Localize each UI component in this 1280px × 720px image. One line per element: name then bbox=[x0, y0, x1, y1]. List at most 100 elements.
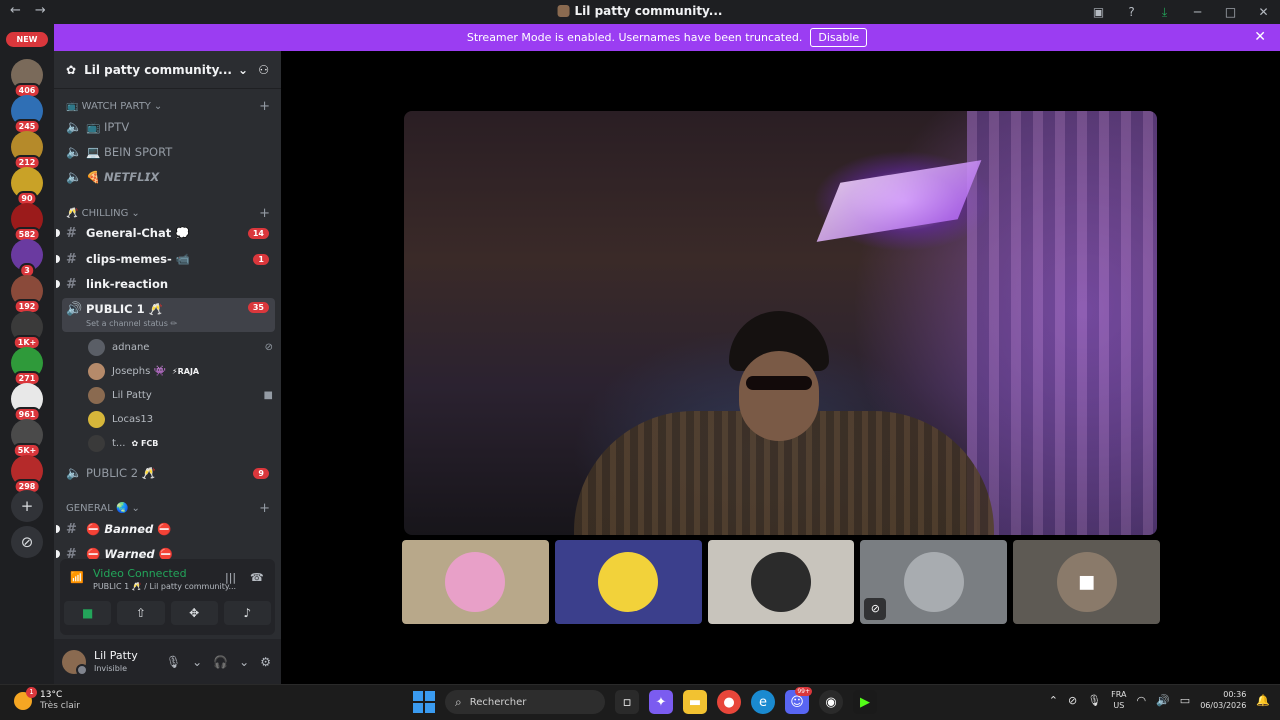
server-icon[interactable]: 582 bbox=[11, 203, 43, 242]
voice-user[interactable]: Lil Patty ■ bbox=[88, 384, 273, 406]
search-icon: ⌕ bbox=[455, 694, 462, 709]
signal-icon[interactable]: 📶 bbox=[70, 571, 84, 584]
copilot-icon[interactable]: ✦ bbox=[649, 690, 673, 714]
tray-chevron-icon[interactable]: ⌃ bbox=[1049, 694, 1058, 707]
voice-user[interactable]: t... ✿ FCB bbox=[88, 432, 273, 454]
channel-clips-memes[interactable]: # clips-memes- 📹 1 bbox=[56, 248, 275, 270]
language-indicator[interactable]: FRA US bbox=[1111, 689, 1126, 711]
channel-netflix[interactable]: 🔈 🍕 𝙉𝙀𝙏𝙁𝙇𝙄𝙓 bbox=[62, 166, 275, 188]
channel-iptv[interactable]: 🔈 📺 IPTV bbox=[62, 116, 275, 138]
weather-widget[interactable]: 1 13°C Très clair bbox=[14, 687, 80, 712]
chevron-down-icon[interactable]: ⌄ bbox=[192, 655, 202, 669]
user-status: Invisible bbox=[94, 663, 127, 673]
weather-sun-icon: 1 bbox=[14, 687, 37, 710]
server-header[interactable]: ✿ Lil patty community... ⌄ ⚇ bbox=[54, 51, 281, 89]
chrome-icon[interactable]: ● bbox=[717, 690, 741, 714]
close-icon[interactable]: ✕ bbox=[1254, 29, 1266, 45]
channel-status[interactable]: Set a channel status ✏ bbox=[86, 319, 177, 328]
create-channel-icon[interactable]: + bbox=[259, 99, 270, 114]
inbox-icon[interactable]: ▣ bbox=[1082, 5, 1115, 19]
server-icon[interactable]: 271 bbox=[11, 347, 43, 386]
maximize-button[interactable]: □ bbox=[1214, 5, 1247, 19]
participant-tile[interactable]: ⊘ bbox=[860, 540, 1008, 624]
voice-user[interactable]: adnane ⊘ bbox=[88, 336, 273, 358]
headphones-icon[interactable]: 🎧 bbox=[213, 655, 228, 669]
voice-user[interactable]: Josephs 👾 ⚡RAJA bbox=[88, 360, 273, 382]
server-icon[interactable]: 245 bbox=[11, 95, 43, 134]
participant-tile[interactable] bbox=[402, 540, 549, 624]
minimize-button[interactable]: ─ bbox=[1181, 5, 1214, 19]
user-tag: ✿ FCB bbox=[131, 438, 159, 448]
channel-banned[interactable]: # ⛔ 𝘽𝙖𝙣𝙣𝙚𝙙 ⛔ bbox=[56, 518, 275, 540]
volume-icon[interactable]: 🔊 bbox=[1156, 694, 1170, 707]
voice-channel-path[interactable]: PUBLIC 1 🥂 / Lil patty community... bbox=[93, 582, 236, 591]
channel-link-reaction[interactable]: # link-reaction bbox=[56, 273, 275, 295]
category-chilling[interactable]: 🥂 CHILLING ⌄ + bbox=[66, 206, 270, 221]
taskbar-search[interactable]: ⌕ Rechercher bbox=[445, 690, 605, 714]
server-icon[interactable]: 1K+ bbox=[11, 311, 43, 350]
channel-general-chat[interactable]: # General-Chat 💭 14 bbox=[56, 222, 275, 244]
channel-public-1[interactable]: 🔊 PUBLIC 1 🥂 35 Set a channel status ✏ bbox=[62, 298, 275, 332]
participant-tile[interactable] bbox=[554, 540, 702, 624]
voice-user[interactable]: Locas13 bbox=[88, 408, 273, 430]
server-icon[interactable]: 3 bbox=[11, 239, 43, 278]
server-icon[interactable]: 298 bbox=[11, 455, 43, 494]
back-arrow-icon[interactable]: ← bbox=[10, 3, 21, 18]
download-icon[interactable]: ⤓ bbox=[1148, 5, 1181, 20]
channel-bein-sport[interactable]: 🔈 💻 BEIN SPORT bbox=[62, 141, 275, 163]
tray-microphone-icon[interactable]: 🎙 bbox=[1087, 694, 1101, 707]
chevron-down-icon[interactable]: ⌄ bbox=[239, 655, 249, 669]
participant-tile[interactable] bbox=[707, 540, 855, 624]
video-person-glasses bbox=[746, 376, 812, 390]
focused-video-stream[interactable] bbox=[404, 111, 1157, 535]
add-server-icon[interactable]: + bbox=[11, 490, 43, 522]
edge-icon[interactable]: e bbox=[751, 690, 775, 714]
soundboard-button[interactable]: ♪ bbox=[223, 601, 271, 625]
activities-button[interactable]: ✥ bbox=[170, 601, 218, 625]
user-info[interactable]: Lil Patty Invisible bbox=[94, 649, 138, 675]
invite-people-icon[interactable]: ⚇ bbox=[258, 63, 269, 77]
task-view-icon[interactable]: ▫ bbox=[615, 690, 639, 714]
create-channel-icon[interactable]: + bbox=[259, 206, 270, 221]
camera-button[interactable]: ■ bbox=[64, 601, 112, 625]
new-badge[interactable]: NEW bbox=[6, 32, 48, 47]
microphone-icon[interactable]: 🎙 bbox=[166, 655, 181, 669]
server-icon[interactable]: 212 bbox=[11, 131, 43, 170]
video-person-face bbox=[739, 351, 819, 441]
mention-badge: 9 bbox=[253, 467, 269, 479]
kick-icon[interactable]: ▶ bbox=[853, 690, 877, 714]
discord-icon[interactable]: ☺ 99+ bbox=[785, 687, 812, 714]
battery-icon[interactable]: ▭ bbox=[1180, 694, 1190, 707]
participant-tile[interactable]: ■ bbox=[1013, 540, 1160, 624]
avatar[interactable] bbox=[62, 649, 88, 676]
window-title: Lil patty community... bbox=[557, 4, 722, 18]
help-icon[interactable]: ? bbox=[1115, 5, 1148, 19]
server-icon[interactable]: 5K+ bbox=[11, 419, 43, 458]
windows-start-icon[interactable] bbox=[413, 691, 435, 713]
channel-public-2[interactable]: 🔈 PUBLIC 2 🥂 9 bbox=[62, 462, 275, 484]
close-window-button[interactable]: ✕ bbox=[1247, 5, 1280, 19]
obs-icon[interactable]: ◉ bbox=[819, 690, 843, 714]
disable-streamer-button[interactable]: Disable bbox=[810, 28, 868, 47]
tray-app-icon[interactable]: ⊘ bbox=[1068, 694, 1077, 707]
server-icon[interactable]: 192 bbox=[11, 275, 43, 314]
server-icon[interactable]: 406 bbox=[11, 59, 43, 98]
clock[interactable]: 00:36 06/03/2026 bbox=[1200, 689, 1246, 711]
category-general[interactable]: GENERAL 🌏 ⌄ + bbox=[66, 501, 270, 516]
category-watch-party[interactable]: 📺 WATCH PARTY ⌄ + bbox=[66, 99, 270, 114]
discover-icon[interactable]: ⊘ bbox=[11, 526, 43, 558]
server-icon bbox=[557, 5, 570, 17]
wifi-icon[interactable]: ◠ bbox=[1136, 694, 1146, 707]
forward-arrow-icon[interactable]: → bbox=[35, 3, 46, 18]
create-channel-icon[interactable]: + bbox=[259, 501, 270, 516]
disconnect-icon[interactable]: ☎ bbox=[250, 571, 264, 584]
server-icon[interactable]: 90 bbox=[11, 167, 43, 206]
noise-suppression-icon[interactable]: ||| bbox=[225, 571, 236, 584]
avatar bbox=[88, 434, 105, 452]
file-explorer-icon[interactable]: ▬ bbox=[683, 690, 707, 714]
screen-share-button[interactable]: ⇧ bbox=[117, 601, 165, 625]
notification-bell-icon[interactable]: 🔔 bbox=[1256, 694, 1270, 707]
voice-status[interactable]: Video Connected bbox=[93, 567, 187, 580]
settings-gear-icon[interactable]: ⚙ bbox=[260, 655, 271, 669]
server-icon[interactable]: 961 bbox=[11, 383, 43, 422]
